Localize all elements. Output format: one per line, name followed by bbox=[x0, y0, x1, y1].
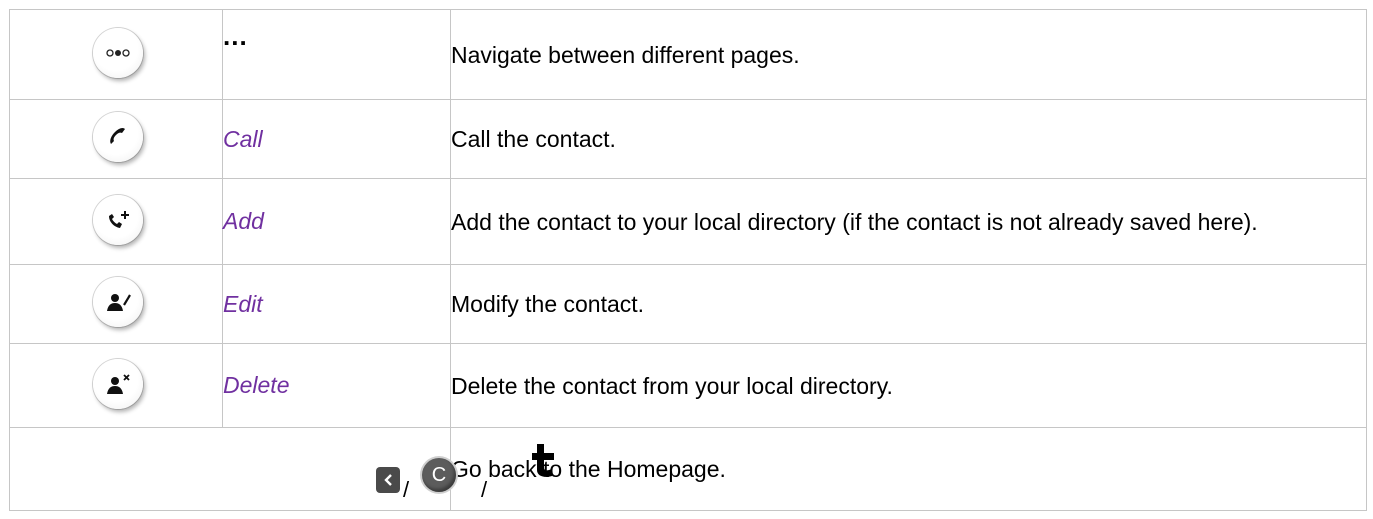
delete-contact-icon bbox=[93, 358, 143, 409]
icon-cell bbox=[9, 343, 223, 428]
home-key-icon bbox=[532, 444, 554, 477]
table-row: Add Add the contact to your local direct… bbox=[9, 178, 1367, 265]
table-row: Delete Delete the contact from your loca… bbox=[9, 343, 1367, 428]
key-label: Call bbox=[222, 99, 451, 179]
icon-cell bbox=[9, 264, 223, 344]
key-description: Navigate between different pages. bbox=[450, 9, 1367, 100]
home-keys-cell: / C / bbox=[9, 427, 554, 511]
separator: / bbox=[481, 477, 488, 502]
key-description: Call the contact. bbox=[450, 99, 1367, 179]
table-row: Call Call the contact. bbox=[9, 99, 1367, 179]
more-dots-icon bbox=[93, 27, 143, 78]
table-row: / C / Go back to the Homepage. bbox=[9, 427, 1367, 511]
add-call-icon bbox=[93, 194, 143, 245]
key-label: Edit bbox=[222, 264, 451, 344]
icon-cell bbox=[9, 9, 223, 100]
table-row: ... Navigate between different pages. bbox=[9, 0, 1367, 100]
key-description: Add the contact to your local directory … bbox=[450, 178, 1367, 265]
key-description: Modify the contact. bbox=[450, 264, 1367, 344]
key-label: ... bbox=[222, 0, 451, 82]
separator: / bbox=[403, 477, 410, 502]
key-label: Add bbox=[222, 178, 451, 265]
key-label: Delete bbox=[222, 343, 451, 428]
key-description: Go back to the Homepage. bbox=[450, 427, 1367, 511]
phone-handset-icon bbox=[93, 112, 143, 162]
edit-contact-icon bbox=[93, 277, 143, 327]
icon-cell bbox=[9, 99, 223, 179]
c-key-icon: C bbox=[422, 458, 456, 492]
keys-table: ... Navigate between different pages. Ca… bbox=[9, 0, 1367, 511]
icon-cell bbox=[9, 178, 223, 265]
key-description: Delete the contact from your local direc… bbox=[450, 343, 1367, 428]
back-key-icon bbox=[376, 467, 400, 493]
table-row: Edit Modify the contact. bbox=[9, 264, 1367, 344]
